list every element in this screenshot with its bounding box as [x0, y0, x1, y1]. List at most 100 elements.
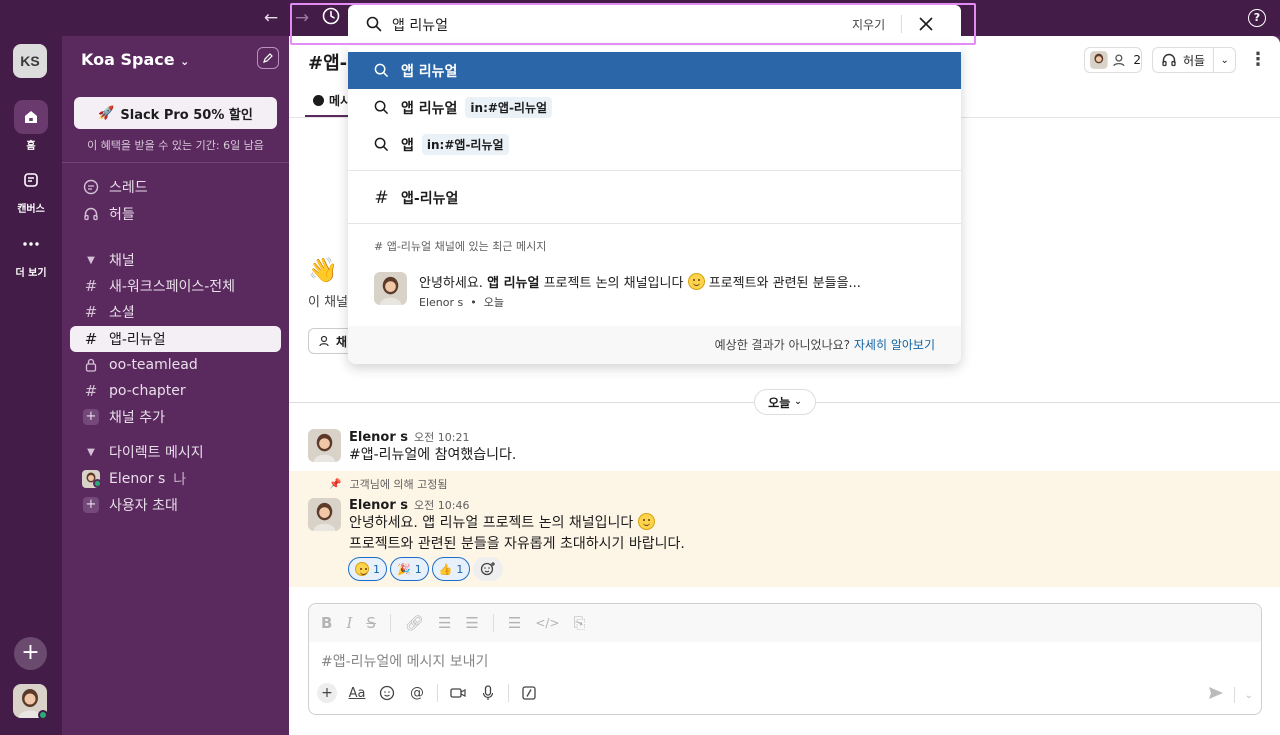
send-divider — [1233, 687, 1235, 703]
strikethrough-icon[interactable]: S — [366, 614, 376, 632]
author-avatar[interactable] — [308, 498, 341, 531]
headphones-icon — [1162, 53, 1176, 67]
pin-icon: 📌 — [329, 478, 342, 490]
hash-icon: # — [84, 382, 98, 400]
pinned-message-item[interactable]: 📌 고객님에 의해 고정됨 Elenor s 오전 10:46 안녕하세요. 앱 … — [289, 471, 1280, 587]
chevron-down-icon[interactable]: ⌄ — [1214, 55, 1235, 66]
back-arrow-icon[interactable]: ← — [260, 7, 282, 29]
sidebar: Koa Space ⌄ 🚀 Slack Pro 50% 할인 이 혜택을 받을 … — [62, 36, 289, 735]
channel-intro-text: 이 채널 — [308, 295, 349, 310]
channel-result[interactable]: # 앱-리뉴얼 — [348, 179, 961, 216]
compose-button[interactable] — [257, 47, 279, 69]
more-vertical-icon[interactable]: ⋮ — [1249, 49, 1267, 71]
link-icon[interactable]: 🔗︎ — [405, 614, 424, 632]
sidebar-item-huddles[interactable]: 허들 — [70, 201, 281, 227]
channel-filter-chip: in:#앱-리뉴얼 — [421, 134, 509, 155]
member-avatar — [1090, 51, 1108, 69]
message-time[interactable]: 오전 10:21 — [414, 431, 469, 444]
channel-title[interactable]: #앱- — [308, 49, 347, 75]
sidebar-item-channel[interactable]: # 소셜 — [70, 299, 281, 325]
code-icon[interactable]: </> — [535, 616, 559, 630]
search-bar[interactable]: 앱 리뉴얼 지우기 — [348, 5, 961, 43]
lock-icon — [82, 358, 100, 372]
author-avatar[interactable] — [308, 429, 341, 462]
video-icon[interactable] — [448, 683, 468, 703]
attach-plus-icon[interactable]: + — [317, 683, 337, 703]
message-author[interactable]: Elenor s 오전 10:46 — [349, 497, 469, 513]
create-plus-button[interactable]: + — [14, 637, 47, 670]
dm-self-suffix: 나 — [173, 472, 187, 488]
hash-icon: # — [84, 303, 98, 321]
sidebar-item-channel[interactable]: # po-chapter — [70, 378, 281, 404]
code-block-icon[interactable]: ⎘ — [573, 614, 585, 632]
reaction-thumbs-up[interactable]: 👍 1 — [431, 557, 471, 581]
mention-icon[interactable]: @ — [407, 683, 427, 703]
member-count: 2 — [1133, 53, 1141, 67]
sidebar-item-channel[interactable]: # 새-워크스페이스-전체 — [70, 273, 281, 299]
suggestion-text: 앱 리뉴얼 — [401, 100, 458, 117]
search-suggestion[interactable]: 앱 리뉴얼 — [348, 52, 961, 89]
sidebar-item-channel[interactable]: oo-teamlead — [70, 352, 281, 378]
huddle-button[interactable]: 허들 ⌄ — [1152, 47, 1236, 73]
help-icon[interactable]: ? — [1248, 9, 1266, 27]
sidebar-item-threads[interactable]: 스레드 — [70, 174, 281, 200]
workspace-name[interactable]: Koa Space ⌄ — [81, 50, 189, 69]
date-pill[interactable]: 오늘 ⌄ — [754, 389, 816, 415]
search-suggestion[interactable]: 앱 in:#앱-리뉴얼 — [348, 126, 961, 163]
search-suggestion[interactable]: 앱 리뉴얼 in:#앱-리뉴얼 — [348, 89, 961, 126]
channels-section-header[interactable]: ▼ 채널 — [70, 247, 281, 273]
emoji-icon[interactable] — [377, 683, 397, 703]
channel-label: oo-teamlead — [109, 357, 198, 373]
rail-more[interactable]: 더 보기 — [0, 227, 62, 279]
reaction-smile[interactable]: 1 — [348, 557, 387, 581]
members-button[interactable]: 2 — [1084, 47, 1142, 73]
suggestion-text: 앱 — [401, 137, 414, 154]
sidebar-item-channel-active[interactable]: # 앱-리뉴얼 — [70, 326, 281, 352]
invite-users-button[interactable]: + 사용자 초대 — [70, 492, 281, 518]
message-input[interactable]: #앱-리뉴얼에 메시지 보내기 — [321, 651, 488, 671]
learn-more-link[interactable]: 자세히 알아보기 — [854, 338, 935, 352]
slash-command-icon[interactable] — [519, 683, 539, 703]
dm-section-header[interactable]: ▼ 다이렉트 메시지 — [70, 439, 281, 465]
search-icon — [374, 63, 389, 78]
sidebar-divider — [62, 162, 289, 163]
ordered-list-icon[interactable]: ☰ — [438, 614, 451, 632]
italic-icon[interactable]: I — [346, 614, 352, 632]
add-reaction-button[interactable] — [473, 557, 504, 581]
search-feedback-footer: 예상한 결과가 아니었나요? 자세히 알아보기 — [348, 326, 961, 364]
history-icon[interactable] — [320, 7, 342, 29]
close-icon[interactable] — [919, 17, 933, 31]
date-pill-label: 오늘 — [768, 395, 791, 410]
text-format-icon[interactable]: Aa — [347, 683, 367, 703]
add-channel-button[interactable]: + 채널 추가 — [70, 404, 281, 430]
microphone-icon[interactable] — [478, 683, 498, 703]
forward-arrow-icon[interactable]: → — [291, 7, 313, 29]
channels-header-label: 채널 — [109, 253, 135, 269]
feedback-text: 예상한 결과가 아니었나요? — [714, 338, 851, 352]
send-icon[interactable] — [1208, 686, 1224, 704]
rail-canvas[interactable]: 캔버스 — [0, 163, 62, 215]
bold-icon[interactable]: B — [321, 614, 332, 632]
add-people-label: 채 — [336, 334, 348, 349]
promo-note: 이 혜택을 받을 수 있는 기간: 6일 남음 — [87, 139, 264, 152]
message-item[interactable]: Elenor s 오전 10:21 #앱-리뉴얼에 참여했습니다. — [289, 426, 1280, 470]
bullet-list-icon[interactable]: ☰ — [465, 614, 478, 632]
message-composer[interactable]: B I S 🔗︎ ☰ ☰ ☰ </> ⎘ #앱-리뉴얼에 메시지 보내기 + A… — [308, 603, 1262, 715]
chevron-down-icon[interactable]: ⌄ — [1245, 690, 1253, 701]
search-input[interactable]: 앱 리뉴얼 — [392, 15, 448, 35]
message-time[interactable]: 오전 10:46 — [414, 499, 469, 512]
workspace-avatar[interactable]: KS — [13, 44, 47, 78]
sidebar-item-dm[interactable]: Elenor s 나 — [70, 466, 281, 492]
blockquote-icon[interactable]: ☰ — [508, 614, 521, 632]
search-icon — [374, 137, 389, 152]
promo-button[interactable]: 🚀 Slack Pro 50% 할인 — [74, 97, 277, 129]
reaction-party[interactable]: 🎉 1 — [390, 557, 429, 581]
workspace-rail: KS 홈 캔버스 더 보기 + — [0, 36, 62, 735]
recent-message-result[interactable]: 안녕하세요. 앱 리뉴얼 프로젝트 논의 채널입니다 프로젝트와 관련된 분들을… — [374, 272, 934, 312]
canvas-icon — [14, 163, 48, 197]
rail-home[interactable]: 홈 — [0, 100, 62, 152]
clear-search-button[interactable]: 지우기 — [852, 16, 885, 33]
pinned-note: 📌 고객님에 의해 고정됨 — [329, 476, 448, 492]
message-author[interactable]: Elenor s 오전 10:21 — [349, 429, 469, 445]
caret-down-icon: ▼ — [87, 446, 95, 458]
